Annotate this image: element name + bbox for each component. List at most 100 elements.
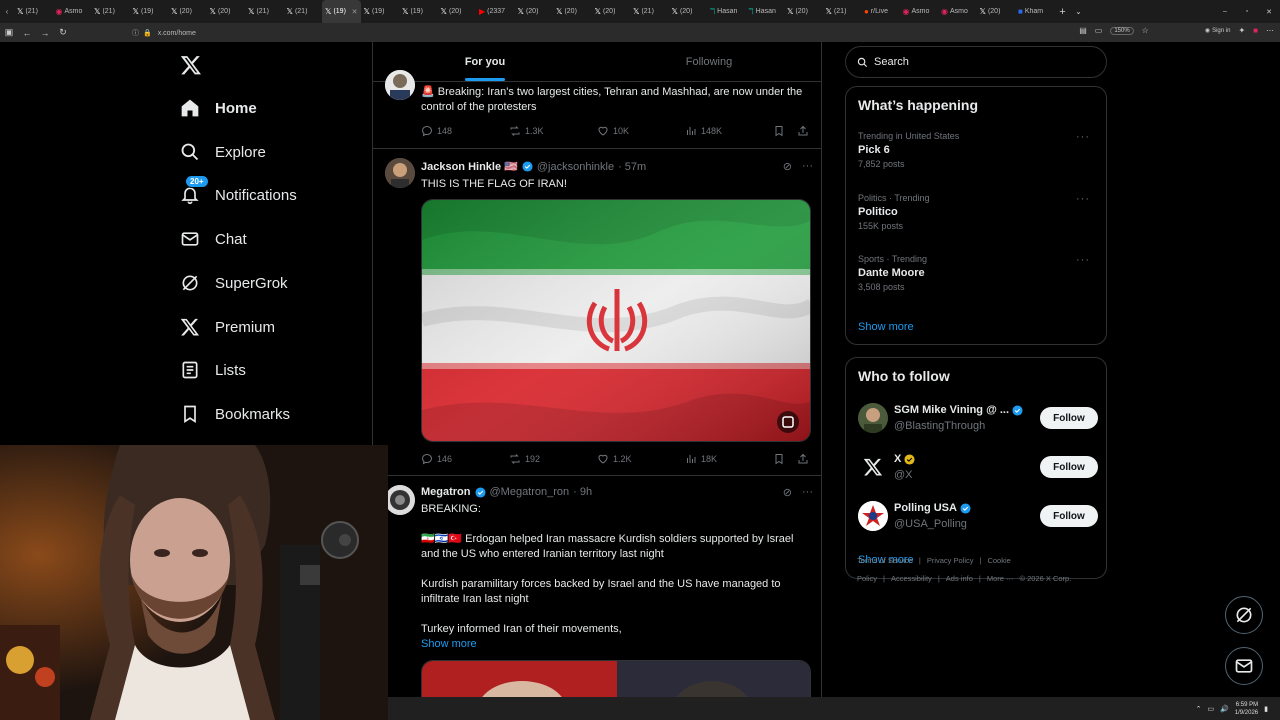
extension-red-icon[interactable]: ■ [1253, 26, 1258, 35]
author-name[interactable]: Megatron [421, 486, 471, 498]
follow-suggestion[interactable]: SGM Mike Vining @ ... @BlastingThrough F… [858, 402, 1098, 434]
sidebar-item-lists[interactable]: Lists [180, 355, 246, 385]
url-field[interactable]: ⓘ 🔒 x.com/home [132, 28, 196, 38]
grok-icon[interactable]: ⊘ [783, 160, 792, 173]
repost-button[interactable]: 1.3K [509, 125, 544, 137]
reader-icon[interactable]: ▤ [1079, 26, 1087, 35]
reload-button[interactable]: ↻ [54, 27, 72, 38]
avatar[interactable] [858, 452, 888, 482]
bookmark-button[interactable] [773, 453, 785, 465]
browser-tab[interactable]: 𝕏 (21) [823, 0, 862, 23]
browser-tab[interactable]: 𝕏 (21) [630, 0, 669, 23]
browser-tab[interactable]: ◉ Asmo [938, 0, 977, 23]
like-button[interactable]: 1.2K [597, 453, 632, 465]
author-handle[interactable]: @Megatron_ron [490, 486, 570, 498]
minimize-button[interactable]: – [1214, 8, 1236, 15]
search-input[interactable]: Search [845, 46, 1107, 78]
trend-item[interactable]: Trending in United States Pick 6 7,852 p… [858, 131, 1098, 169]
follow-button[interactable]: Follow [1040, 505, 1098, 527]
sidebar-item-chat[interactable]: Chat [180, 224, 247, 254]
avatar[interactable] [385, 70, 415, 100]
sidebar-toggle-icon[interactable]: ▣ [0, 27, 18, 38]
more-options-icon[interactable]: ··· [802, 486, 813, 499]
views-button[interactable]: 148K [685, 125, 722, 137]
post[interactable]: 🚨 Breaking: Iran's two largest cities, T… [373, 70, 821, 149]
browser-tab[interactable]: 𝕏 (20) [438, 0, 477, 23]
browser-tab[interactable]: ▶ (2337 [476, 0, 515, 23]
browser-tab[interactable]: 𝕏 (21) [91, 0, 130, 23]
browser-tab[interactable]: ■ Kham [1015, 0, 1054, 23]
browser-tab[interactable]: 𝕏 (19) ✕ [322, 0, 361, 23]
messages-button[interactable] [1225, 647, 1263, 685]
browser-tab[interactable]: 𝕏 (19) [130, 0, 169, 23]
grok-icon[interactable]: ⊘ [783, 486, 792, 499]
post-time[interactable]: · 57m [618, 161, 646, 173]
browser-tab[interactable]: 𝕏 (21) [245, 0, 284, 23]
site-info-icon[interactable]: ⓘ [132, 30, 139, 37]
sidebar-item-explore[interactable]: Explore [180, 137, 266, 167]
share-button[interactable] [797, 453, 809, 465]
back-button[interactable]: ← [18, 28, 36, 38]
views-button[interactable]: 18K [685, 453, 717, 465]
grok-button[interactable] [1225, 596, 1263, 634]
forward-button[interactable]: → [36, 28, 54, 38]
sidebar-item-supergrok[interactable]: SuperGrok [180, 268, 288, 298]
browser-tab[interactable]: 𝕏 (20) [553, 0, 592, 23]
reply-button[interactable]: 146 [421, 453, 452, 465]
avatar[interactable] [858, 403, 888, 433]
avatar[interactable] [385, 158, 415, 188]
browser-tab[interactable]: 𝕏 (20) [207, 0, 246, 23]
browser-tab[interactable]: ● r/Live [861, 0, 900, 23]
avatar[interactable] [385, 485, 415, 515]
browser-tab[interactable]: 𝕏 (19) [399, 0, 438, 23]
footer-link[interactable]: More ··· [987, 574, 1014, 583]
follow-suggestion[interactable]: X @X Follow [858, 451, 1098, 483]
post-time[interactable]: · 9h [573, 486, 592, 498]
browser-tab[interactable]: 𝕏 (20) [592, 0, 631, 23]
close-window-button[interactable]: ✕ [1258, 8, 1280, 16]
clock[interactable]: 6:59 PM 1/9/2026 [1235, 701, 1258, 717]
author-handle[interactable]: @jacksonhinkle [537, 161, 614, 173]
footer-link[interactable]: © 2026 X Corp. [1020, 574, 1072, 583]
browser-tab[interactable]: 𝕏 (20) [515, 0, 554, 23]
post-image[interactable] [421, 199, 811, 442]
menu-icon[interactable]: ⋯ [1266, 26, 1274, 35]
sidebar-item-premium[interactable]: Premium [180, 312, 275, 342]
sign-in-button[interactable]: ◉ Sign in [1205, 27, 1231, 35]
post[interactable]: Jackson Hinkle 🇺🇸 @jacksonhinkle · 57m ⊘… [373, 149, 821, 476]
follow-button[interactable]: Follow [1040, 456, 1098, 478]
author-name[interactable]: Jackson Hinkle 🇺🇸 [421, 160, 518, 173]
sidebar-item-bookmarks[interactable]: Bookmarks [180, 399, 290, 429]
bookmark-button[interactable] [773, 125, 785, 137]
maximize-button[interactable]: ▫ [1236, 8, 1258, 15]
browser-tab[interactable]: 𝕏 (20) [784, 0, 823, 23]
browser-tab[interactable]: 𝕏 (19) [361, 0, 400, 23]
like-button[interactable]: 10K [597, 125, 629, 137]
browser-tab[interactable]: ℸ Hasan [707, 0, 746, 23]
sidebar-item-home[interactable]: Home [180, 93, 257, 123]
post[interactable]: Megatron @Megatron_ron · 9h ⊘ ··· BREAKI… [373, 476, 821, 697]
more-options-icon[interactable]: ··· [1076, 254, 1090, 266]
tab-list-chevron-icon[interactable]: ⌄ [1072, 7, 1086, 16]
browser-tab[interactable]: ℸ Hasan [746, 0, 785, 23]
share-button[interactable] [797, 125, 809, 137]
tab-scroll-left-icon[interactable]: ‹ [0, 7, 14, 16]
trend-item[interactable]: Politics · Trending Politico 155K posts … [858, 193, 1098, 231]
footer-link[interactable]: Privacy Policy [927, 556, 974, 565]
show-more-link[interactable]: Show more [421, 637, 811, 652]
browser-tab[interactable]: 𝕏 (21) [14, 0, 53, 23]
zoom-indicator[interactable]: 150% [1110, 26, 1134, 35]
avatar[interactable] [858, 501, 888, 531]
browser-tab[interactable]: ◉ Asmo [900, 0, 939, 23]
tray-chevron-icon[interactable]: ⌃ [1196, 705, 1202, 713]
network-icon[interactable]: ▭ [1207, 705, 1214, 713]
notification-icon[interactable]: ▮ [1264, 705, 1268, 713]
picture-in-picture-icon[interactable]: ▭ [1095, 26, 1103, 35]
follow-button[interactable]: Follow [1040, 407, 1098, 429]
close-tab-icon[interactable]: ✕ [352, 8, 358, 16]
browser-tab[interactable]: 𝕏 (20) [669, 0, 708, 23]
extensions-icon[interactable]: ✦ [1238, 26, 1245, 35]
footer-link[interactable]: Ads info [946, 574, 973, 583]
browser-tab[interactable]: 𝕏 (20) [977, 0, 1016, 23]
browser-tab[interactable]: ◉ Asmo [53, 0, 92, 23]
